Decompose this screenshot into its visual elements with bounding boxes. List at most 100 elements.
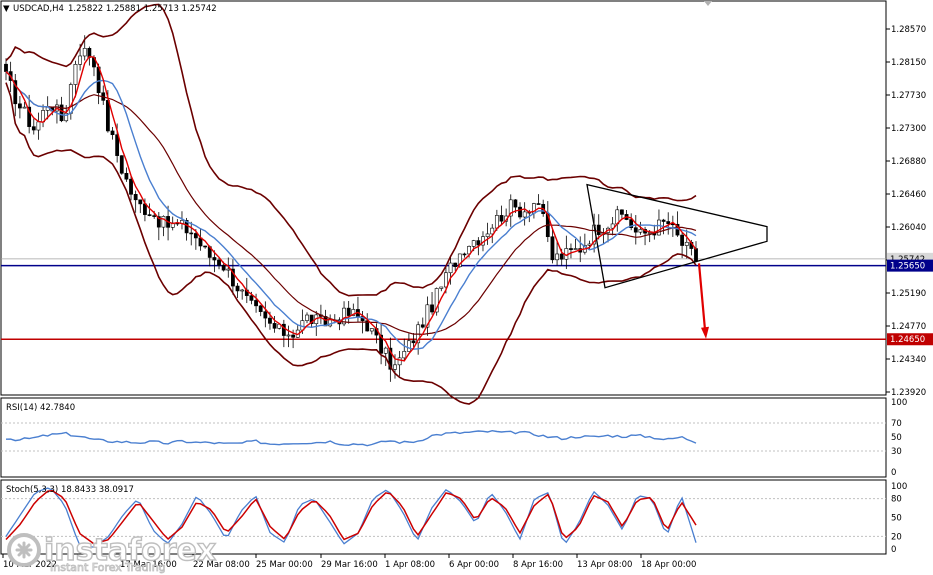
candle-body [494, 215, 499, 229]
time-axis-label: 25 Mar 00:00 [256, 560, 313, 570]
candle-body [193, 233, 198, 239]
candle-body [471, 240, 476, 247]
rsi-tick-label: 70 [891, 419, 902, 429]
stoch-tick-label: 80 [891, 495, 902, 505]
candle-body [115, 134, 120, 156]
stoch-tick-label: 100 [891, 482, 907, 492]
candle-body [485, 233, 490, 237]
candle-body [133, 194, 138, 201]
candle-body [444, 272, 448, 288]
price-tick-label: 1.24770 [891, 322, 926, 332]
candle-body [147, 214, 152, 216]
candle-body [17, 103, 22, 109]
candle-body [138, 199, 143, 205]
price-tick-label: 1.25190 [891, 289, 926, 299]
candle-body [291, 334, 296, 338]
candle-body [286, 334, 291, 337]
candle-body [680, 234, 685, 246]
candle-body [22, 106, 27, 109]
candle-body [518, 206, 522, 218]
candle-body [161, 216, 166, 228]
candle-body [263, 311, 268, 319]
candle-body [430, 304, 434, 313]
candle-body [254, 300, 258, 307]
candle-body [105, 100, 110, 132]
candle-body [638, 229, 643, 233]
candle-body [559, 253, 564, 260]
candle-body [499, 215, 504, 222]
candle-body [406, 340, 411, 352]
time-axis-label: 1 Apr 08:00 [385, 560, 435, 570]
price-tick-label: 1.26460 [891, 190, 926, 200]
candle-body [82, 48, 87, 57]
rsi-tick-label: 0 [891, 468, 896, 478]
candle-body [666, 221, 671, 225]
time-axis-label: 18 Apr 00:00 [641, 560, 696, 570]
candle-body [212, 257, 217, 261]
candle-body [110, 130, 115, 136]
candle-body [633, 227, 638, 233]
candle-body [272, 323, 277, 329]
candle-body [268, 317, 272, 324]
candle-body [226, 268, 231, 271]
price-tick-label: 1.28570 [891, 25, 926, 35]
watermark-tagline: Instant Forex Trading [50, 561, 166, 574]
candle-body [189, 232, 194, 235]
price-tick-label: 1.27300 [891, 124, 926, 134]
candle-body [550, 236, 555, 261]
candle-body [620, 209, 624, 215]
candle-body [221, 264, 226, 271]
candle-body [36, 121, 41, 131]
candle-body [462, 253, 467, 256]
candle-body [119, 155, 124, 174]
price-panel [0, 0, 887, 396]
candle-body [596, 224, 601, 235]
candle-body [694, 248, 698, 262]
instaforex-logo-icon [7, 533, 41, 567]
candle-body [203, 245, 208, 248]
chart-dropdown-icon[interactable]: ▼ [3, 4, 10, 14]
candle-body [124, 172, 129, 180]
level-price-label: 1.24650 [890, 335, 925, 345]
rsi-tick-label: 30 [891, 447, 902, 457]
level-price-label: 1.25650 [890, 262, 925, 272]
ohlc-header: 1.25822 1.25881 1.25713 1.25742 [68, 4, 217, 14]
candle-body [235, 285, 240, 292]
time-axis-label: 29 Mar 16:00 [321, 560, 378, 570]
candle-body [420, 324, 425, 328]
candle-body [369, 328, 374, 332]
candle-body [439, 286, 444, 289]
stoch-tick-label: 50 [891, 514, 902, 524]
price-tick-label: 1.28150 [891, 58, 926, 68]
price-tick-label: 1.24340 [891, 355, 926, 365]
candle-body [249, 295, 254, 301]
candle-body [129, 178, 133, 195]
time-axis-label: 6 Apr 00:00 [449, 560, 499, 570]
candle-body [68, 84, 73, 114]
rsi-tick-label: 50 [891, 433, 902, 443]
candle-body [448, 262, 453, 274]
rsi-panel [0, 397, 887, 478]
usdcad-chart: 100 70 50 30 0 100 80 50 20 0 1.28570 1.28150 1.27… [0, 0, 933, 574]
time-axis-label: 13 Apr 08:00 [577, 560, 632, 570]
candle-body [393, 364, 397, 370]
candle-body [411, 340, 416, 344]
candle-body [305, 314, 309, 321]
candle-body [476, 240, 481, 246]
candle-body [573, 248, 578, 250]
stoch-header: Stoch(5,3,3) 18.8433 38.0917 [6, 485, 134, 495]
candle-body [513, 199, 518, 208]
candle-body [397, 357, 402, 366]
symbol-header: USDCAD,H4 [13, 4, 64, 14]
candle-body [536, 203, 541, 205]
time-axis-label: 8 Apr 16:00 [513, 560, 563, 570]
candle-body [78, 55, 82, 65]
candle-body [346, 307, 351, 316]
candle-body [569, 248, 573, 250]
candle-body [4, 63, 8, 72]
candle-body [152, 215, 157, 217]
candle-body [73, 64, 78, 85]
price-tick-label: 1.26880 [891, 157, 926, 167]
candle-body [684, 241, 689, 246]
price-tick-label: 1.26040 [891, 223, 926, 233]
